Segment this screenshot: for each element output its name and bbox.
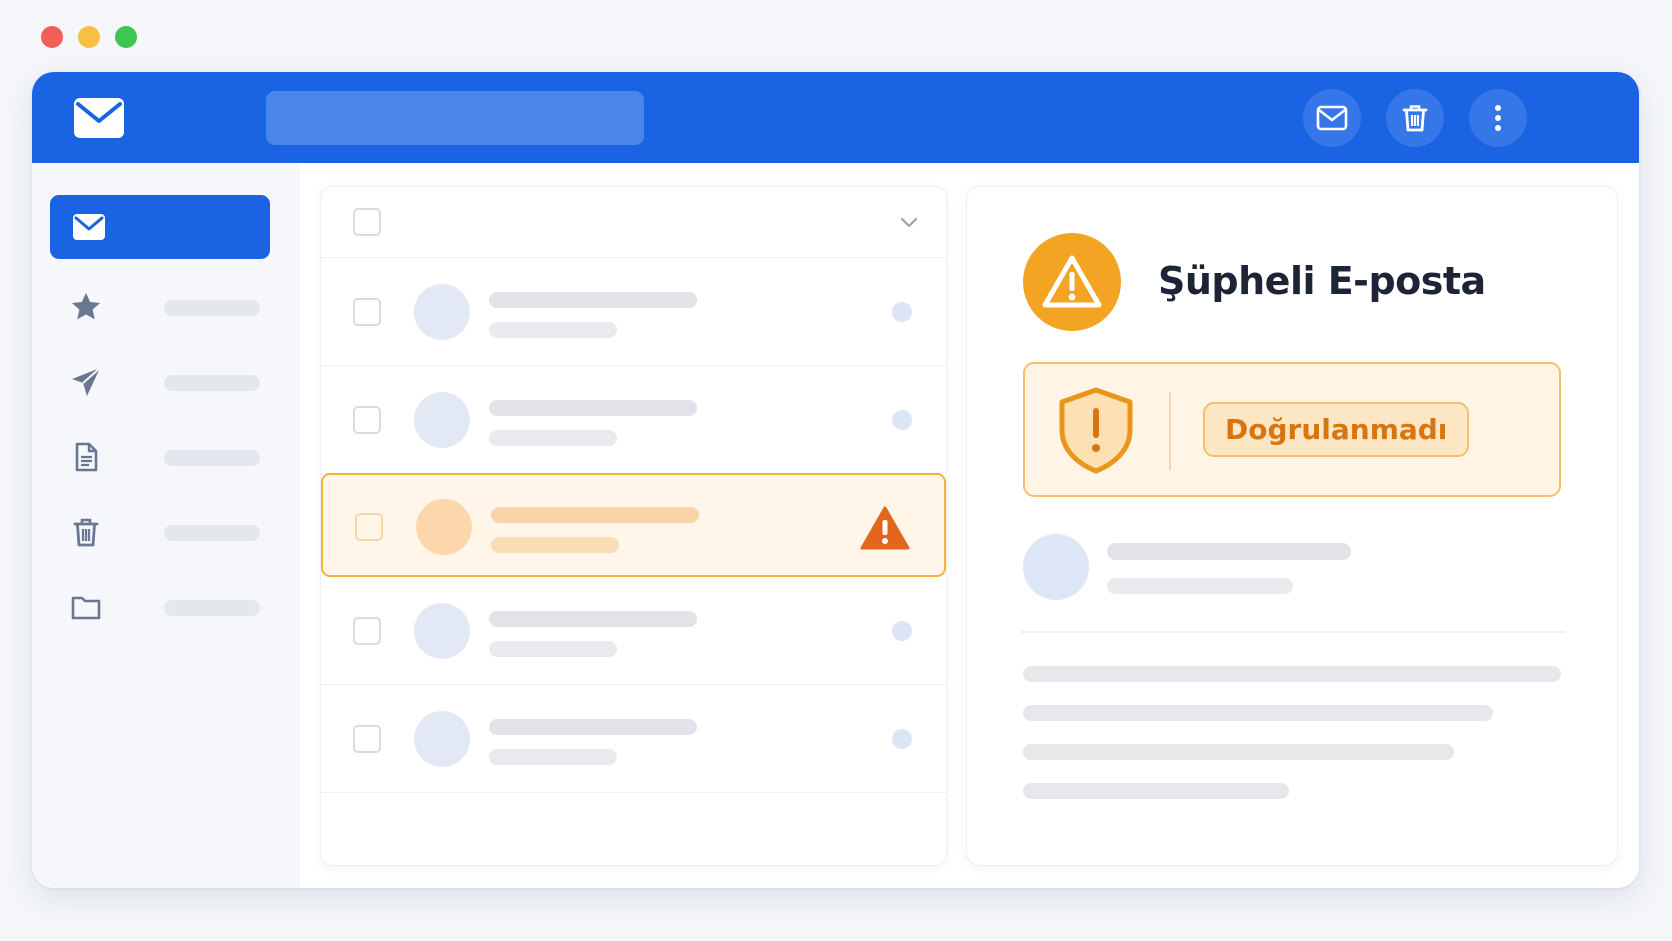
mail-icon <box>73 214 105 240</box>
top-toolbar <box>32 72 1639 163</box>
verification-alert: Doğrulanmadı <box>1023 362 1561 497</box>
sidebar-item-label-placeholder <box>164 525 260 541</box>
sender-name-placeholder <box>1107 543 1351 560</box>
detail-title: Şüpheli E-posta <box>1158 259 1486 303</box>
delete-action-button[interactable] <box>1386 89 1444 147</box>
sender-avatar <box>1023 534 1089 600</box>
sidebar-item-label-placeholder <box>164 300 260 316</box>
message-row[interactable] <box>321 685 946 793</box>
row-checkbox[interactable] <box>353 406 381 434</box>
warning-icon <box>1042 255 1102 308</box>
mail-logo-icon[interactable] <box>73 97 125 139</box>
shield-alert-icon <box>1059 387 1133 474</box>
search-input[interactable] <box>266 91 644 145</box>
subject-placeholder <box>489 322 617 338</box>
sidebar-item-label-placeholder <box>164 600 260 616</box>
sender-address-placeholder <box>1107 578 1293 594</box>
alert-divider <box>1169 392 1171 470</box>
folder-icon <box>71 596 101 620</box>
sidebar-item-starred[interactable] <box>50 283 270 331</box>
message-list <box>320 186 947 866</box>
avatar <box>414 711 470 767</box>
star-icon <box>72 293 100 320</box>
sender-placeholder <box>489 400 697 416</box>
mail-action-button[interactable] <box>1303 89 1361 147</box>
minimize-window-button[interactable] <box>78 26 100 48</box>
chevron-down-icon[interactable] <box>898 211 920 233</box>
row-checkbox[interactable] <box>353 725 381 753</box>
avatar <box>414 392 470 448</box>
body-text-placeholder <box>1023 783 1289 799</box>
select-all-checkbox[interactable] <box>353 208 381 236</box>
zoom-window-button[interactable] <box>115 26 137 48</box>
more-action-button[interactable] <box>1469 89 1527 147</box>
message-list-header <box>321 187 946 258</box>
suspicious-badge <box>1023 233 1121 331</box>
window-controls <box>41 26 137 48</box>
message-row[interactable] <box>321 258 946 366</box>
sidebar-item-inbox[interactable] <box>50 195 270 259</box>
subject-placeholder <box>491 537 619 553</box>
avatar <box>414 603 470 659</box>
mail-outline-icon <box>1316 105 1348 131</box>
sidebar-item-trash[interactable] <box>50 508 270 556</box>
warning-icon <box>860 506 910 550</box>
unread-dot <box>892 410 912 430</box>
unread-dot <box>892 621 912 641</box>
row-checkbox[interactable] <box>353 617 381 645</box>
more-vertical-icon <box>1495 105 1501 131</box>
divider <box>1021 631 1565 633</box>
message-row[interactable] <box>321 366 946 474</box>
body-text-placeholder <box>1023 744 1454 760</box>
row-checkbox[interactable] <box>353 298 381 326</box>
avatar <box>416 499 472 555</box>
send-icon <box>72 367 101 396</box>
sidebar-item-label-placeholder <box>164 450 260 466</box>
sender-placeholder <box>489 611 697 627</box>
sidebar-item-folders[interactable] <box>50 583 270 631</box>
trash-icon <box>73 518 99 547</box>
sidebar <box>32 163 300 888</box>
subject-placeholder <box>489 641 617 657</box>
avatar <box>414 284 470 340</box>
sender-placeholder <box>489 292 697 308</box>
body-text-placeholder <box>1023 705 1493 721</box>
unread-dot <box>892 729 912 749</box>
sidebar-item-sent[interactable] <box>50 358 270 406</box>
close-window-button[interactable] <box>41 26 63 48</box>
sender-placeholder <box>489 719 697 735</box>
sender-placeholder <box>491 507 699 523</box>
unverified-badge: Doğrulanmadı <box>1203 402 1470 457</box>
row-checkbox[interactable] <box>355 513 383 541</box>
message-row-suspicious[interactable] <box>321 473 946 577</box>
body-text-placeholder <box>1023 666 1561 682</box>
message-row[interactable] <box>321 577 946 685</box>
mail-app-window: Şüpheli E-posta Doğrulanmadı <box>32 72 1639 888</box>
unread-dot <box>892 302 912 322</box>
trash-icon <box>1402 105 1428 132</box>
subject-placeholder <box>489 430 617 446</box>
message-detail: Şüpheli E-posta Doğrulanmadı <box>966 186 1618 866</box>
sidebar-item-drafts[interactable] <box>50 433 270 481</box>
sidebar-item-label-placeholder <box>164 375 260 391</box>
subject-placeholder <box>489 749 617 765</box>
document-icon <box>75 442 98 472</box>
